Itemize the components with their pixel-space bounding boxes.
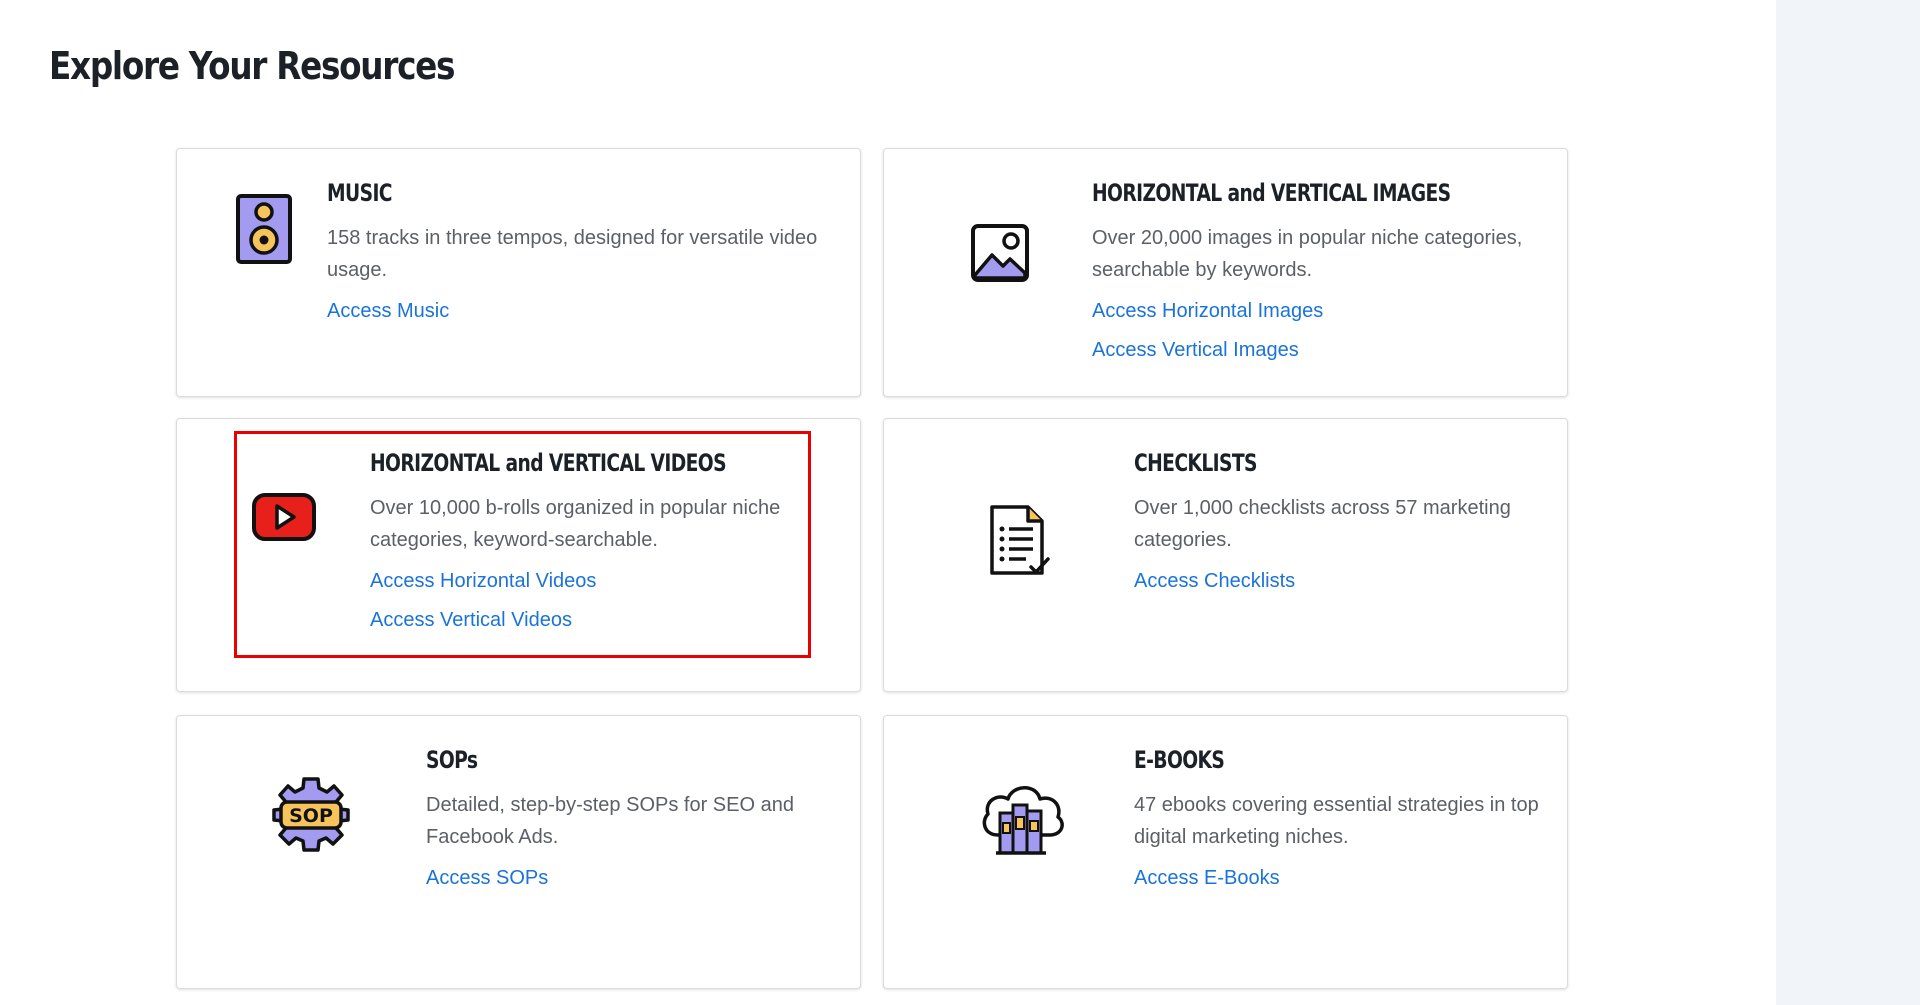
card-sops: SOP SOPs Detailed, step-by-step SOPs for… — [176, 715, 861, 989]
card-description: 47 ebooks covering essential strategies … — [1134, 794, 1539, 848]
card-body: HORIZONTAL and VERTICAL IMAGES Over 20,0… — [1092, 178, 1542, 363]
card-checklists: CHECKLISTS Over 1,000 checklists across … — [883, 418, 1568, 692]
image-icon — [970, 223, 1030, 288]
card-images: HORIZONTAL and VERTICAL IMAGES Over 20,0… — [883, 148, 1568, 397]
access-vertical-images-link[interactable]: Access Vertical Images — [1092, 337, 1542, 363]
card-body: SOPs Detailed, step-by-step SOPs for SEO… — [426, 745, 826, 891]
card-music: MUSIC 158 tracks in three tempos, design… — [176, 148, 861, 397]
access-checklists-link[interactable]: Access Checklists — [1134, 568, 1554, 594]
card-title: E-BOOKS — [1134, 746, 1225, 774]
card-ebooks: E-BOOKS 47 ebooks covering essential str… — [883, 715, 1568, 989]
checklist-icon — [988, 503, 1050, 582]
card-body: MUSIC 158 tracks in three tempos, design… — [327, 178, 832, 324]
access-horizontal-images-link[interactable]: Access Horizontal Images — [1092, 298, 1542, 324]
card-title: CHECKLISTS — [1134, 449, 1257, 477]
card-description: 158 tracks in three tempos, designed for… — [327, 227, 818, 281]
speaker-icon — [235, 193, 293, 270]
access-sops-link[interactable]: Access SOPs — [426, 865, 826, 891]
cloud-books-icon — [978, 773, 1066, 862]
card-description: Over 1,000 checklists across 57 marketin… — [1134, 497, 1511, 551]
card-description: Over 20,000 images in popular niche cate… — [1092, 227, 1523, 281]
right-rail — [1776, 0, 1920, 1005]
svg-text:SOP: SOP — [289, 805, 333, 827]
page-title: Explore Your Resources — [49, 44, 455, 88]
card-description: Detailed, step-by-step SOPs for SEO and … — [426, 794, 794, 848]
card-title: MUSIC — [327, 179, 393, 207]
card-body: CHECKLISTS Over 1,000 checklists across … — [1134, 448, 1554, 594]
card-title: HORIZONTAL and VERTICAL IMAGES — [1092, 179, 1451, 207]
sop-gear-icon: SOP — [271, 773, 351, 858]
access-ebooks-link[interactable]: Access E-Books — [1134, 865, 1554, 891]
access-music-link[interactable]: Access Music — [327, 298, 832, 324]
card-title: SOPs — [426, 746, 478, 774]
card-body: E-BOOKS 47 ebooks covering essential str… — [1134, 745, 1554, 891]
highlight-box — [234, 431, 811, 658]
